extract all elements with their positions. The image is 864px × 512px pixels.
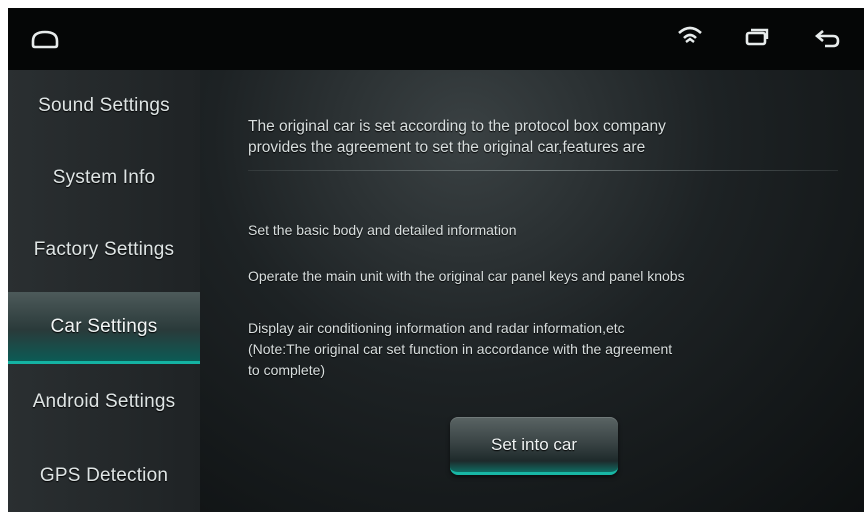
set-into-car-button[interactable]: Set into car: [450, 417, 618, 475]
feature-air-radar-line-1: Display air conditioning information and…: [248, 320, 625, 336]
feature-air-radar-line-3: to complete): [248, 362, 326, 378]
car-settings-panel: The original car is set according to the…: [200, 70, 864, 512]
signal-icon[interactable]: [676, 22, 704, 48]
settings-sidebar: Sound Settings System Info Factory Setti…: [8, 70, 200, 512]
car-settings-screen: Sound Settings System Info Factory Setti…: [8, 8, 864, 512]
recent-apps-icon[interactable]: [743, 24, 771, 50]
sidebar-item-android-settings[interactable]: Android Settings: [8, 366, 200, 438]
feature-air-radar-line-2: (Note:The original car set function in a…: [248, 341, 673, 357]
divider: [248, 170, 838, 171]
home-icon[interactable]: [30, 26, 60, 52]
feature-panel-keys: Operate the main unit with the original …: [248, 268, 685, 284]
sidebar-item-gps-detection[interactable]: GPS Detection: [8, 440, 200, 512]
intro-text: The original car is set according to the…: [248, 116, 848, 158]
sidebar-item-system-info[interactable]: System Info: [8, 142, 200, 214]
sidebar-item-sound-settings[interactable]: Sound Settings: [8, 70, 200, 142]
back-icon[interactable]: [813, 26, 841, 52]
intro-line-1: The original car is set according to the…: [248, 118, 666, 135]
feature-air-radar: Display air conditioning information and…: [248, 318, 858, 381]
status-bar: [8, 8, 864, 70]
feature-basic-body: Set the basic body and detailed informat…: [248, 222, 517, 238]
sidebar-item-car-settings[interactable]: Car Settings: [8, 292, 200, 364]
sidebar-item-factory-settings[interactable]: Factory Settings: [8, 214, 200, 286]
intro-line-2: provides the agreement to set the origin…: [248, 139, 646, 156]
